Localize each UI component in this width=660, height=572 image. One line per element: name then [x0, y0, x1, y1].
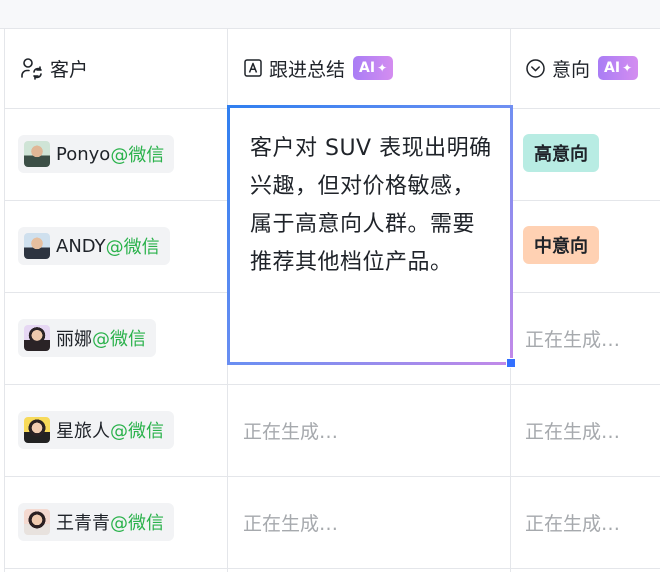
- customer-name: ANDY: [56, 235, 106, 257]
- customer-name: 王青青: [56, 513, 110, 534]
- customer-chip[interactable]: 星旅人 @微信: [18, 411, 174, 449]
- cell-editor[interactable]: 客户对 SUV 表现出明确兴趣，但对价格敏感，属于高意向人群。需要推荐其他档位产…: [227, 105, 513, 365]
- avatar: [24, 325, 50, 351]
- customer-chip[interactable]: ANDY @微信: [18, 227, 170, 265]
- column-header-intent[interactable]: 意向 AI ✦: [525, 28, 639, 108]
- customer-name: 星旅人: [56, 421, 110, 442]
- toolbar-strip: [0, 0, 660, 29]
- column-header-label: 跟进总结: [269, 58, 346, 81]
- sparkle-icon: ✦: [377, 61, 388, 75]
- column-header-label: 客户: [50, 58, 89, 81]
- customer-contact-icon: [20, 56, 44, 80]
- sparkle-icon: ✦: [622, 61, 633, 75]
- customer-name: 丽娜: [56, 329, 92, 350]
- intent-tag-high[interactable]: 高意向: [523, 134, 599, 172]
- generating-placeholder: 正在生成…: [525, 512, 621, 535]
- customer-chip[interactable]: Ponyo @微信: [18, 135, 175, 173]
- text-field-icon: [243, 58, 263, 78]
- generating-placeholder: 正在生成…: [525, 328, 621, 351]
- customer-name: Ponyo: [56, 143, 111, 165]
- customer-chip[interactable]: 丽娜 @微信: [18, 319, 156, 357]
- generating-placeholder: 正在生成…: [243, 420, 339, 443]
- resize-handle[interactable]: [506, 358, 516, 368]
- ai-badge: AI ✦: [353, 56, 394, 80]
- column-header-customer[interactable]: 客户: [20, 28, 88, 108]
- avatar: [24, 509, 50, 535]
- followup-summary-text[interactable]: 客户对 SUV 表现出明确兴趣，但对价格敏感，属于高意向人群。需要推荐其他档位产…: [250, 130, 494, 282]
- table-row: 王青青 @微信 正在生成… 正在生成…: [0, 476, 660, 568]
- wechat-suffix: @微信: [110, 145, 165, 166]
- wechat-suffix: @微信: [105, 237, 160, 258]
- avatar: [24, 417, 50, 443]
- wechat-suffix: @微信: [110, 513, 164, 534]
- avatar: [24, 141, 50, 167]
- select-circle-icon: [525, 58, 546, 79]
- intent-tag-mid[interactable]: 中意向: [523, 226, 599, 264]
- ai-badge: AI ✦: [598, 56, 639, 80]
- table-row: 星旅人 @微信 正在生成… 正在生成…: [0, 384, 660, 476]
- column-header-followup[interactable]: 跟进总结 AI ✦: [243, 28, 394, 108]
- generating-placeholder: 正在生成…: [525, 420, 621, 443]
- avatar: [24, 233, 50, 259]
- cell-editor-content[interactable]: 客户对 SUV 表现出明确兴趣，但对价格敏感，属于高意向人群。需要推荐其他档位产…: [230, 108, 510, 362]
- customer-chip[interactable]: 王青青 @微信: [18, 503, 174, 541]
- generating-placeholder: 正在生成…: [243, 512, 339, 535]
- row-divider: [4, 568, 660, 569]
- column-header-label: 意向: [552, 58, 591, 81]
- wechat-suffix: @微信: [110, 421, 164, 442]
- wechat-suffix: @微信: [92, 329, 146, 350]
